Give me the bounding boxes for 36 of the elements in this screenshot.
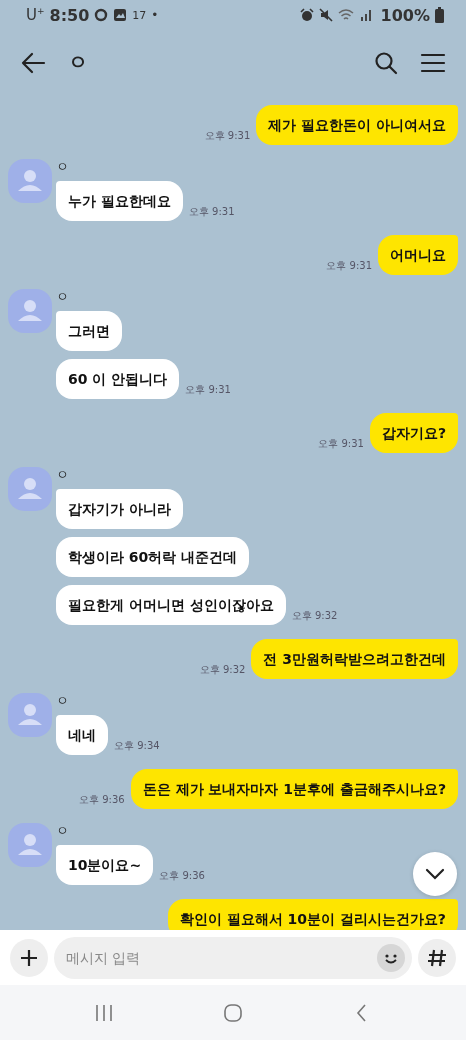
carrier-label: U$^{+}$	[26, 6, 45, 24]
sender-name: ㅇ	[56, 159, 69, 175]
notification-label: 17	[132, 8, 147, 22]
message-time: 오후 9:36	[79, 793, 125, 807]
message-time: 오후 9:32	[291, 609, 338, 623]
message-bubble: 갑자기요?	[369, 413, 458, 453]
message-bubble: 확인이 필요해서 10분이 걸리시는건가요?	[167, 899, 458, 930]
message-time: 오후 9:31	[326, 259, 372, 273]
message-time: 오후 9:34	[114, 739, 160, 753]
message-bubble: 필요한게 어머니면 성인이잖아요	[56, 585, 286, 625]
message-bubble: 누가 필요한데요	[56, 181, 183, 221]
battery-level: 100%	[380, 5, 430, 25]
message-time: 오후 9:31	[188, 205, 235, 219]
sender-name: ㅇ	[56, 289, 69, 305]
sender-name: ㅇ	[56, 467, 69, 483]
message-bubble: 60 이 안됩니다	[56, 359, 180, 399]
message-bubble: 갑자기가 아니라	[56, 489, 183, 529]
message-time: 오후 9:31	[185, 383, 231, 397]
clock-time: 8:50	[49, 5, 90, 25]
message-time: 오후 9:36	[159, 869, 205, 883]
message-time: 오후 9:31	[318, 437, 364, 451]
message-bubble: 돈은 제가 보내자마자 1분후에 출금해주시나요?	[130, 769, 458, 809]
message-bubble: 네네	[56, 715, 108, 755]
message-bubble: 그러면	[56, 311, 122, 351]
message-input[interactable]: 메시지 입력	[54, 936, 412, 979]
message-time: 오후 9:31	[204, 129, 251, 143]
message-time: 오후 9:32	[199, 663, 246, 677]
notification-dot: •	[151, 8, 159, 22]
sender-name: ㅇ	[56, 823, 69, 839]
message-bubble: 전 3만원허락받으려고한건데	[251, 639, 458, 679]
message-bubble: 10분이요~	[56, 845, 154, 885]
message-bubble: 학생이라 60허락 내준건데	[56, 537, 250, 577]
message-bubble: 제가 필요한돈이 아니여서요	[256, 105, 458, 145]
sender-name: ㅇ	[56, 693, 69, 709]
message-bubble: 어머니요	[378, 235, 458, 275]
chat-title: ㅇ	[68, 49, 88, 76]
